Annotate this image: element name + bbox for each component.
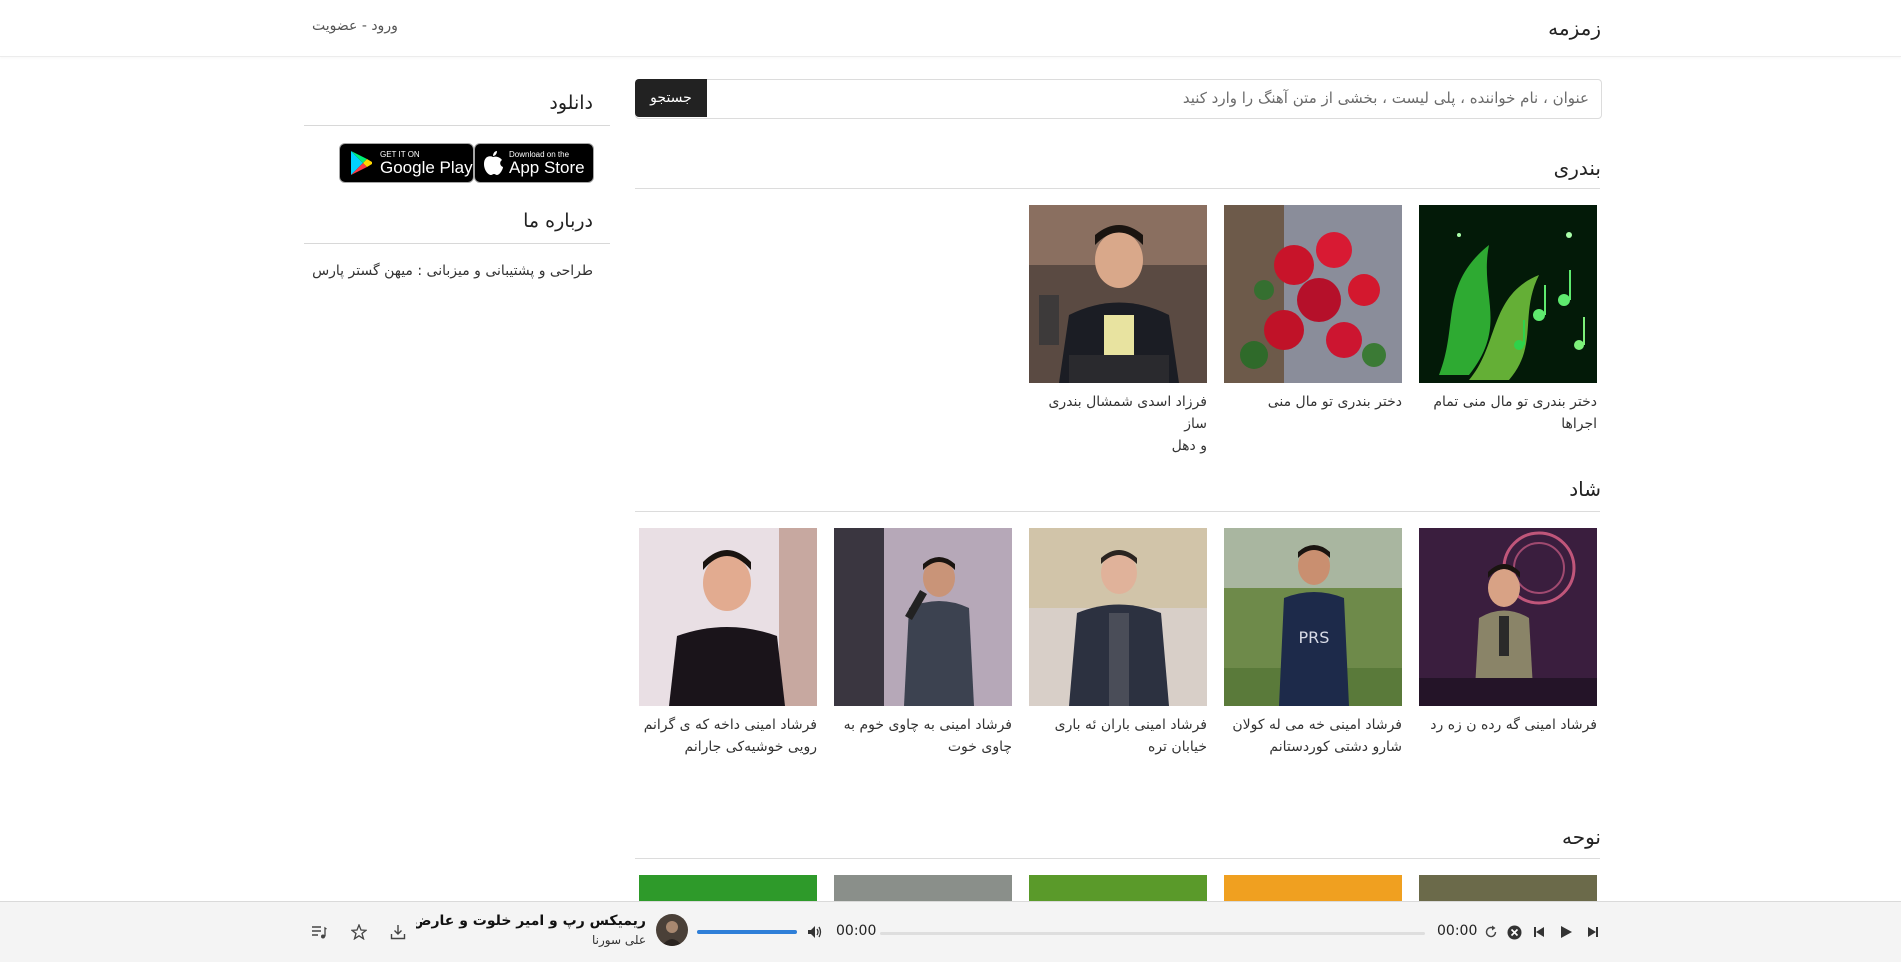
duration-time: 00:00 [1437,923,1478,939]
song-cover-partial[interactable] [834,875,1012,901]
previous-icon[interactable] [1528,921,1550,943]
song-title[interactable]: فرشاد امینی خه می له کولان شارو دشتی کور… [1224,714,1402,758]
sidebar-divider [304,125,610,126]
song-cover-singer-suit[interactable] [1029,528,1207,706]
search-bar: جستجو [635,79,1602,119]
audio-player-bar: 00:00 00:00 [0,901,1901,962]
sidebar-divider [304,243,610,244]
song-title[interactable]: فرشاد امینی گه رده ن زه رد [1419,714,1597,736]
current-time: 00:00 [836,923,877,939]
song-title[interactable]: دختر بندری تو مال منی [1224,391,1402,413]
song-cover-partial[interactable] [1224,875,1402,901]
about-title: درباره ما [523,210,593,232]
song-card[interactable]: فرزاد اسدی شمشال بندری ساز و دهل [1029,205,1207,457]
now-playing-title: ریمیکس رپ و امیر خلوت و عارض فکر و ... [416,913,646,929]
song-card[interactable]: فرشاد امینی به چاوی خوم به چاوی خوت [834,528,1012,758]
app-store-big-label: App Store [509,157,585,177]
google-play-big-label: Google Play [380,157,473,177]
now-playing-cover[interactable] [656,914,688,946]
song-cover-singer-portrait[interactable] [1029,205,1207,383]
search-button[interactable]: جستجو [635,79,707,117]
song-card[interactable]: دختر بندری تو مال منی تمام اجراها [1419,205,1597,435]
site-logo[interactable]: زمزمه [1548,16,1601,40]
volume-level [697,930,797,934]
song-cover-singer-microphone[interactable] [834,528,1012,706]
apple-icon [484,151,503,175]
play-icon[interactable] [1555,921,1577,943]
download-title: دانلود [549,92,593,114]
song-cover-music-notes[interactable] [1419,205,1597,383]
progress-bar[interactable] [880,932,1425,935]
song-cover-singer-stage[interactable] [1419,528,1597,706]
volume-icon[interactable] [804,921,826,943]
song-cover-partial[interactable] [1419,875,1597,901]
search-input[interactable] [726,80,1601,116]
song-title[interactable]: فرزاد اسدی شمشال بندری ساز و دهل [1029,391,1207,457]
section-divider [635,858,1600,859]
song-cover-partial[interactable] [1029,875,1207,901]
section-title-noheh[interactable]: نوحه [1562,825,1601,849]
song-title[interactable]: دختر بندری تو مال منی تمام اجراها [1419,391,1597,435]
star-icon[interactable] [348,921,370,943]
song-cover-singer-outdoor[interactable]: PRS [1224,528,1402,706]
song-card[interactable]: دختر بندری تو مال منی [1224,205,1402,413]
song-card[interactable]: فرشاد امینی گه رده ن زه رد [1419,528,1597,736]
download-icon[interactable] [387,921,409,943]
svg-text:PRS: PRS [1299,628,1330,647]
song-title[interactable]: فرشاد امینی باران ئه باری خیابان تره [1029,714,1207,758]
app-store-button[interactable]: Download on the App Store [474,143,594,183]
song-title[interactable]: فرشاد امینی داخه که ی گرانم رویی خوشیه‌ک… [639,714,817,758]
song-cover-red-roses[interactable] [1224,205,1402,383]
about-text: طراحی و پشتیبانی و میزبانی : میهن گستر پ… [312,263,593,279]
song-title[interactable]: فرشاد امینی به چاوی خوم به چاوی خوت [834,714,1012,758]
song-card[interactable]: فرشاد امینی باران ئه باری خیابان تره [1029,528,1207,758]
repeat-icon[interactable] [1480,921,1502,943]
next-icon[interactable] [1582,921,1604,943]
section-title-shad[interactable]: شاد [1569,477,1601,501]
login-register-link[interactable]: ورود - عضویت [312,18,398,34]
song-card[interactable]: PRS فرشاد امینی خه می له کولان شارو دشتی… [1224,528,1402,758]
song-cover-singer-smiling[interactable] [639,528,817,706]
song-card[interactable]: فرشاد امینی داخه که ی گرانم رویی خوشیه‌ک… [639,528,817,758]
now-playing-artist: علی سورنا [592,933,646,947]
close-icon[interactable] [1503,921,1525,943]
song-cover-partial[interactable] [639,875,817,901]
playlist-icon[interactable] [308,921,330,943]
section-title-bandari[interactable]: بندری [1554,156,1601,180]
section-divider [635,511,1600,512]
top-navbar: زمزمه ورود - عضویت [0,0,1901,57]
google-play-icon [351,151,372,175]
google-play-button[interactable]: GET IT ON Google Play [339,143,474,183]
volume-slider[interactable] [697,930,797,934]
section-divider [635,188,1600,189]
